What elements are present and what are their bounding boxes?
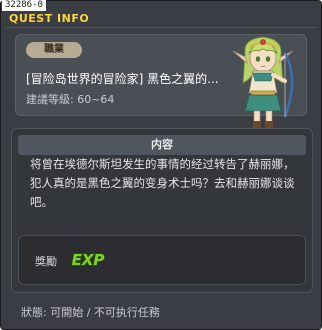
quest-info-window: QUEST INFO 職業 [冒险岛世界的冒险家] 黑色之翼的... 建議等級:…: [0, 0, 322, 330]
window-title: QUEST INFO: [9, 12, 90, 25]
reward-label: 獎勵: [35, 255, 57, 268]
reward-box: 獎勵 EXP: [18, 235, 306, 285]
job-badge: 職業: [26, 42, 82, 58]
svg-text:EXP: EXP: [72, 251, 105, 269]
quest-name: [冒险岛世界的冒险家] 黑色之翼的...: [26, 72, 219, 86]
quest-content-panel: 内容 将曾在埃德尔斯坦发生的事情的经过转告了赫丽娜，犯人真的是黑色之翼的变身术士…: [11, 128, 313, 293]
quest-id-tag: 32286-0: [2, 0, 46, 11]
exp-icon: EXP: [71, 250, 105, 269]
quest-status: 狀態: 可開始 / 不可执行任務: [21, 306, 160, 319]
content-header: 内容: [18, 135, 306, 155]
quest-description: 将曾在埃德尔斯坦发生的事情的经过转告了赫丽娜，犯人真的是黑色之翼的变身术士吗？去…: [30, 157, 295, 209]
elf-archer-npc-icon: [232, 36, 294, 128]
quest-level: 建議等級: 60~64: [26, 93, 115, 106]
title-divider: [5, 27, 317, 28]
